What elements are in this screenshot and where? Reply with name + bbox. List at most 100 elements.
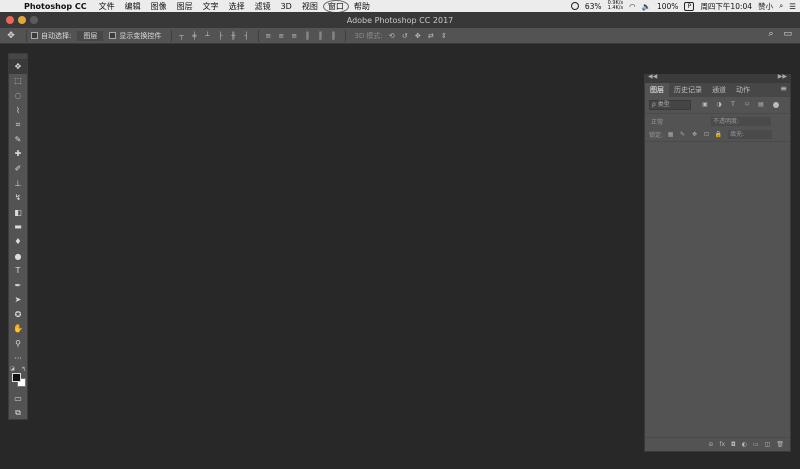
- align-hcenter-icon[interactable]: ╫: [228, 32, 238, 40]
- align-vcenter-icon[interactable]: ╪: [189, 32, 199, 40]
- collapse-left-icon[interactable]: ◀◀: [648, 73, 657, 80]
- menu-view[interactable]: 视图: [297, 1, 323, 12]
- battery-percent[interactable]: 63%: [585, 2, 602, 11]
- path-select-tool-icon[interactable]: ➤: [9, 293, 27, 308]
- battery-text[interactable]: 100%: [657, 2, 678, 11]
- dodge-tool-icon[interactable]: ●: [9, 249, 27, 264]
- add-mask-icon[interactable]: ◘: [731, 441, 736, 448]
- eyedropper-tool-icon[interactable]: ✎: [9, 132, 27, 147]
- link-layers-icon[interactable]: ⊝: [708, 441, 713, 448]
- shape-tool-icon[interactable]: ✪: [9, 307, 27, 322]
- distribute-top-icon[interactable]: ≡: [263, 32, 273, 40]
- lock-artboard-icon[interactable]: ⊡: [702, 131, 711, 138]
- menu-type[interactable]: 文字: [198, 1, 224, 12]
- filter-type-icon[interactable]: T: [729, 101, 737, 109]
- search-icon[interactable]: ⌕: [768, 29, 773, 39]
- close-button[interactable]: [6, 16, 14, 24]
- lock-all-icon[interactable]: 🔒: [714, 131, 723, 138]
- filter-pixel-icon[interactable]: ▣: [701, 101, 709, 109]
- clock[interactable]: 周四下午10:04: [700, 1, 752, 12]
- status-item-icon[interactable]: [570, 2, 579, 10]
- filter-toggle-icon[interactable]: [773, 102, 779, 108]
- gradient-tool-icon[interactable]: ▬: [9, 220, 27, 235]
- fill-field[interactable]: 填充:: [728, 130, 773, 139]
- maximize-button[interactable]: [30, 16, 38, 24]
- filter-kind-dropdown[interactable]: ρ 类型: [649, 100, 691, 110]
- auto-select-checkbox[interactable]: [31, 32, 38, 39]
- quick-select-tool-icon[interactable]: ⌇: [9, 103, 27, 118]
- menu-select[interactable]: 选择: [224, 1, 250, 12]
- menu-image[interactable]: 图像: [146, 1, 172, 12]
- history-brush-tool-icon[interactable]: ↯: [9, 190, 27, 205]
- eraser-tool-icon[interactable]: ◧: [9, 205, 27, 220]
- healing-brush-tool-icon[interactable]: ✚: [9, 147, 27, 162]
- 3d-rotate-icon[interactable]: ⟲: [387, 32, 397, 40]
- menu-file[interactable]: 文件: [94, 1, 120, 12]
- 3d-roll-icon[interactable]: ↺: [400, 32, 410, 40]
- distribute-left-icon[interactable]: ║: [302, 32, 312, 40]
- move-tool-icon[interactable]: ✥: [9, 59, 27, 74]
- default-colors-icon[interactable]: ◪: [10, 366, 15, 372]
- show-transform-checkbox[interactable]: [109, 32, 117, 39]
- delete-layer-icon[interactable]: 🗑: [776, 441, 784, 448]
- notification-center-icon[interactable]: ☰: [789, 2, 796, 11]
- auto-select-dropdown[interactable]: 图层: [77, 30, 104, 41]
- pen-tool-icon[interactable]: ✒: [9, 278, 27, 293]
- quick-mask-icon[interactable]: ▭: [9, 391, 27, 406]
- marquee-tool-icon[interactable]: ⬚: [9, 74, 27, 89]
- menu-edit[interactable]: 编辑: [120, 1, 146, 12]
- layer-style-icon[interactable]: fx: [719, 441, 725, 448]
- menu-window[interactable]: 窗口: [322, 0, 349, 13]
- lock-transparent-icon[interactable]: ▦: [666, 131, 675, 138]
- minimize-button[interactable]: [18, 16, 26, 24]
- lock-image-icon[interactable]: ✎: [678, 131, 687, 138]
- tab-layers[interactable]: 图层: [645, 83, 669, 97]
- screen-mode-icon[interactable]: ⧉: [9, 406, 27, 421]
- type-tool-icon[interactable]: T: [9, 263, 27, 278]
- user-name[interactable]: 赞小: [758, 1, 773, 12]
- collapse-right-icon[interactable]: ▶▶: [778, 73, 787, 80]
- tab-channels[interactable]: 通道: [707, 83, 731, 97]
- zoom-tool-icon[interactable]: ⚲: [9, 336, 27, 351]
- tab-actions[interactable]: 动作: [731, 83, 755, 97]
- distribute-bottom-icon[interactable]: ≡: [289, 32, 299, 40]
- distribute-right-icon[interactable]: ║: [328, 32, 338, 40]
- swap-colors-icon[interactable]: ↰: [21, 366, 26, 373]
- lock-position-icon[interactable]: ✥: [690, 131, 699, 138]
- layers-list[interactable]: [645, 142, 790, 432]
- volume-icon[interactable]: 🔈: [642, 2, 651, 11]
- align-left-icon[interactable]: ├: [215, 32, 225, 40]
- 3d-slide-icon[interactable]: ⇄: [426, 32, 436, 40]
- blur-tool-icon[interactable]: ♦: [9, 234, 27, 249]
- app-menu[interactable]: Photoshop CC: [16, 2, 94, 11]
- input-source-icon[interactable]: P: [684, 1, 695, 11]
- distribute-vcenter-icon[interactable]: ≡: [276, 32, 286, 40]
- distribute-hcenter-icon[interactable]: ║: [315, 32, 325, 40]
- foreground-color-swatch[interactable]: [12, 373, 21, 383]
- align-top-icon[interactable]: ┬: [176, 32, 186, 40]
- filter-smart-object-icon[interactable]: ▤: [757, 101, 765, 109]
- opacity-field[interactable]: 不透明度:: [711, 116, 771, 126]
- panel-menu-icon[interactable]: ≡: [780, 84, 787, 93]
- menu-help[interactable]: 帮助: [349, 1, 375, 12]
- filter-shape-icon[interactable]: ⌑: [743, 101, 751, 109]
- blend-mode-dropdown[interactable]: 正常: [651, 117, 711, 126]
- filter-adjustment-icon[interactable]: ◑: [715, 101, 723, 109]
- clone-stamp-tool-icon[interactable]: ⊥: [9, 176, 27, 191]
- align-bottom-icon[interactable]: ┴: [202, 32, 212, 40]
- menu-filter[interactable]: 滤镜: [250, 1, 276, 12]
- menu-3d[interactable]: 3D: [276, 2, 297, 11]
- workspace-icon[interactable]: ▭: [783, 29, 792, 39]
- 3d-scale-icon[interactable]: ⇕: [439, 32, 449, 40]
- more-tools-icon[interactable]: ···: [9, 351, 27, 366]
- crop-tool-icon[interactable]: ⌗: [9, 117, 27, 132]
- new-group-icon[interactable]: ▭: [753, 441, 759, 448]
- hand-tool-icon[interactable]: ✋: [9, 322, 27, 337]
- new-layer-icon[interactable]: ◫: [765, 441, 771, 448]
- move-tool-preset-icon[interactable]: ✥: [0, 31, 22, 41]
- brush-tool-icon[interactable]: ✐: [9, 161, 27, 176]
- wifi-icon[interactable]: ◠: [629, 2, 636, 11]
- menu-layer[interactable]: 图层: [172, 1, 198, 12]
- adjustment-layer-icon[interactable]: ◐: [742, 441, 747, 448]
- align-right-icon[interactable]: ┤: [241, 32, 251, 40]
